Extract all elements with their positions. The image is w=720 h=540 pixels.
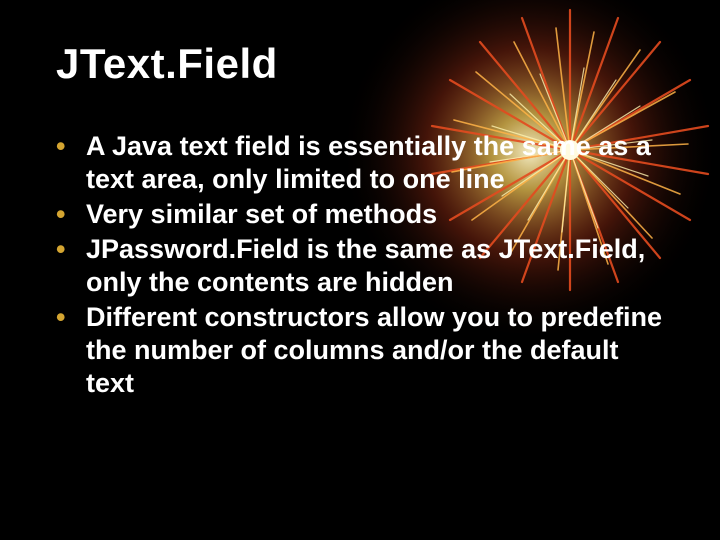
bullet-list: A Java text field is essentially the sam… xyxy=(56,130,672,400)
slide: JText.Field A Java text field is essenti… xyxy=(0,0,720,540)
bullet-item: JPassword.Field is the same as JText.Fie… xyxy=(56,233,672,299)
bullet-item: Different constructors allow you to pred… xyxy=(56,301,672,400)
bullet-item: A Java text field is essentially the sam… xyxy=(56,130,672,196)
bullet-item: Very similar set of methods xyxy=(56,198,672,231)
slide-title: JText.Field xyxy=(56,40,672,88)
